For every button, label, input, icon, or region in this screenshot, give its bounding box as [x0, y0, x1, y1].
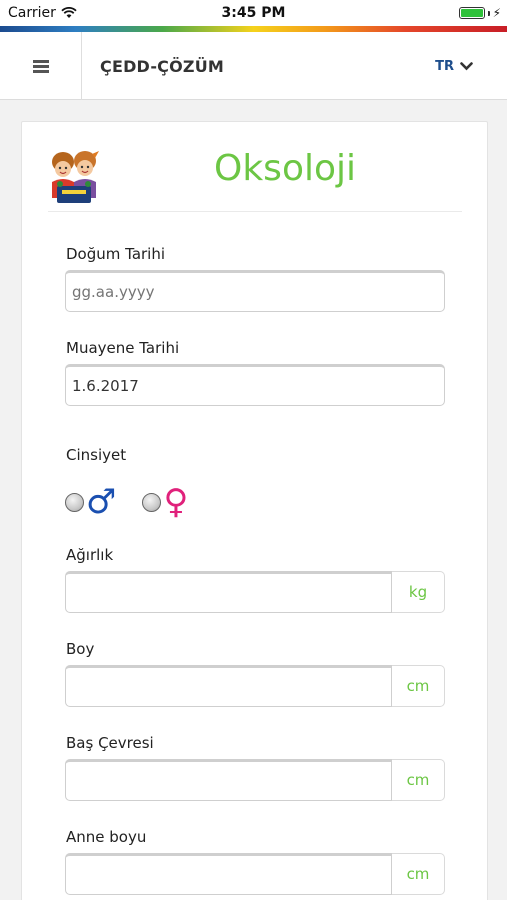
status-bar: Carrier 3:45 PM ⚡: [0, 0, 507, 26]
hamburger-menu-icon: [32, 59, 49, 73]
height-field: cm: [65, 665, 445, 707]
height-unit: cm: [392, 665, 445, 707]
mother-height-unit: cm: [392, 853, 445, 895]
gender-label: Cinsiyet: [66, 446, 127, 464]
birth-date-label: Doğum Tarihi: [66, 245, 166, 263]
menu-button[interactable]: [0, 32, 82, 100]
male-radio[interactable]: [65, 492, 84, 512]
weight-unit: kg: [392, 571, 445, 613]
weight-label: Ağırlık: [66, 546, 114, 564]
charging-icon: ⚡: [492, 6, 501, 20]
male-symbol-icon[interactable]: ♂: [86, 485, 116, 519]
chevron-down-icon: [460, 62, 473, 71]
exam-date-input[interactable]: [65, 364, 445, 406]
weight-field: kg: [65, 571, 445, 613]
navbar: ÇEDD-ÇÖZÜM TR: [0, 32, 507, 100]
height-label: Boy: [66, 640, 95, 658]
clock: 3:45 PM: [221, 5, 286, 21]
exam-date-label: Muayene Tarihi: [66, 339, 180, 357]
head-circumference-input[interactable]: [65, 759, 392, 801]
form-card: Oksoloji Doğum Tarihi Muayene Tarihi Cin…: [21, 121, 488, 900]
mother-height-input[interactable]: [65, 853, 392, 895]
mother-height-label: Anne boyu: [66, 828, 147, 846]
head-circumference-label: Baş Çevresi: [66, 734, 154, 752]
battery-icon: [458, 7, 485, 19]
battery-fill: [460, 9, 483, 17]
gender-options: ♂ ♀: [65, 485, 188, 519]
head-circumference-unit: cm: [392, 759, 445, 801]
app-title: ÇEDD-ÇÖZÜM: [100, 57, 225, 76]
mother-height-field: cm: [65, 853, 445, 895]
battery-indicator: ⚡: [458, 6, 501, 20]
card-header: Oksoloji: [48, 142, 462, 212]
birth-date-input[interactable]: [65, 270, 445, 312]
female-symbol-icon[interactable]: ♀: [163, 485, 188, 519]
page-title: Oksoloji: [214, 148, 356, 189]
height-input[interactable]: [65, 665, 392, 707]
head-circumference-field: cm: [65, 759, 445, 801]
battery-tip: [487, 10, 490, 16]
weight-input[interactable]: [65, 571, 392, 613]
female-radio[interactable]: [142, 492, 162, 512]
language-selector[interactable]: TR: [435, 59, 473, 74]
language-label: TR: [435, 59, 454, 74]
